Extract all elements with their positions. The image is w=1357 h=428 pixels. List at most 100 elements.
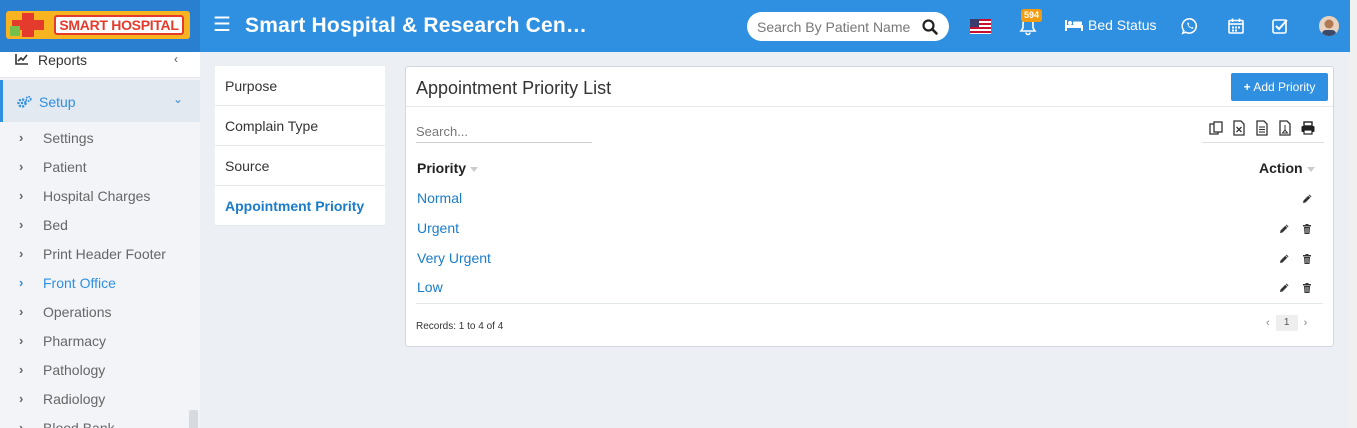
pdf-icon[interactable] xyxy=(1277,120,1293,136)
calendar-icon[interactable] xyxy=(1227,17,1245,35)
sidebar-subitem-blood-bank[interactable]: › Blood Bank xyxy=(0,415,200,428)
sidebar-item-reports[interactable]: Reports ‹ xyxy=(0,52,200,78)
chevron-left-icon: ‹ xyxy=(174,52,178,66)
table-row: Urgent xyxy=(406,214,1333,244)
sidebar-subitem-label: Radiology xyxy=(43,391,106,407)
page-title: Appointment Priority List xyxy=(416,78,612,98)
sidebar-item-label: Reports xyxy=(38,52,88,68)
column-header-label: Action xyxy=(1259,160,1303,176)
excel-icon[interactable] xyxy=(1231,120,1247,136)
chevron-right-icon: › xyxy=(19,159,24,174)
sidebar-subitem-label: Patient xyxy=(43,159,87,175)
sidebar-subitem-patient[interactable]: › Patient xyxy=(0,154,200,183)
menu-item-source[interactable]: Source xyxy=(215,146,385,186)
chevron-right-icon: › xyxy=(19,130,24,145)
sidebar-subitem-settings[interactable]: › Settings xyxy=(0,125,200,154)
chevron-right-icon: › xyxy=(19,246,24,261)
line-chart-icon xyxy=(15,54,28,65)
sidebar-subitem-front-office[interactable]: › Front Office xyxy=(0,270,200,299)
patient-search xyxy=(747,12,949,41)
chevron-right-icon: › xyxy=(19,275,24,290)
pager-page-button[interactable]: 1 xyxy=(1275,315,1298,331)
chevron-right-icon: › xyxy=(19,217,24,232)
sort-caret-icon xyxy=(470,166,479,172)
column-header-priority[interactable]: Priority xyxy=(417,160,479,176)
menu-item-complain-type[interactable]: Complain Type xyxy=(215,106,385,146)
us-flag-icon[interactable] xyxy=(970,19,991,34)
chevron-right-icon: › xyxy=(19,304,24,319)
sidebar-subitem-radiology[interactable]: › Radiology xyxy=(0,386,200,415)
sidebar-subitem-pathology[interactable]: › Pathology xyxy=(0,357,200,386)
edit-pencil-icon[interactable] xyxy=(1278,282,1290,294)
trash-icon[interactable] xyxy=(1301,223,1313,235)
menu-item-purpose[interactable]: Purpose xyxy=(215,66,385,106)
gears-icon xyxy=(17,95,32,108)
app-title: Smart Hospital & Research Cen… xyxy=(245,14,588,37)
pager-prev-button[interactable]: ‹ xyxy=(1266,317,1270,329)
chevron-right-icon: › xyxy=(19,420,24,428)
bed-status-link[interactable]: Bed Status xyxy=(1064,17,1157,33)
sidebar-subitem-hospital-charges[interactable]: › Hospital Charges xyxy=(0,183,200,212)
chevron-right-icon: › xyxy=(19,362,24,377)
logo[interactable]: SMART HOSPITAL xyxy=(6,11,190,39)
table-footer-divider xyxy=(416,303,1323,304)
user-photo-icon xyxy=(1319,16,1339,36)
panel-header: Appointment Priority List + Add Priority xyxy=(406,67,1333,107)
column-header-label: Priority xyxy=(417,160,467,176)
edit-pencil-icon[interactable] xyxy=(1301,193,1313,205)
sidebar-subitem-pharmacy[interactable]: › Pharmacy xyxy=(0,328,200,357)
pager-next-button[interactable]: › xyxy=(1304,317,1308,329)
edit-pencil-icon[interactable] xyxy=(1278,253,1290,265)
sidebar: Reports ‹ Setup ⌄ › Settings › Patient › Ho… xyxy=(0,52,200,428)
sidebar-subitem-label: Hospital Charges xyxy=(43,188,151,204)
priority-link[interactable]: Urgent xyxy=(417,220,459,236)
sidebar-subitem-label: Front Office xyxy=(43,275,116,291)
logo-area[interactable]: SMART HOSPITAL xyxy=(0,0,200,52)
sidebar-subitem-print-header-footer[interactable]: › Print Header Footer xyxy=(0,241,200,270)
sidebar-scrollbar[interactable] xyxy=(189,410,198,428)
menu-item-appointment-priority[interactable]: Appointment Priority xyxy=(215,186,385,226)
priority-link[interactable]: Very Urgent xyxy=(417,250,491,266)
bed-icon xyxy=(1065,20,1083,31)
chevron-right-icon: › xyxy=(19,391,24,406)
priority-list-panel: Appointment Priority List + Add Priority xyxy=(405,66,1334,347)
sidebar-item-setup[interactable]: Setup ⌄ xyxy=(0,80,200,122)
add-priority-button[interactable]: + Add Priority xyxy=(1231,73,1328,101)
sidebar-subitem-bed[interactable]: › Bed xyxy=(0,212,200,241)
print-icon[interactable] xyxy=(1300,120,1316,136)
page-scrollbar[interactable] xyxy=(1350,0,1357,428)
whatsapp-icon[interactable] xyxy=(1181,17,1199,35)
add-priority-label: Add Priority xyxy=(1253,80,1316,94)
trash-icon[interactable] xyxy=(1301,282,1313,294)
column-header-action[interactable]: Action xyxy=(1259,160,1315,176)
plus-icon: + xyxy=(1243,80,1251,94)
sidebar-subitem-label: Print Header Footer xyxy=(43,246,166,262)
table-row: Very Urgent xyxy=(406,244,1333,274)
priority-link[interactable]: Normal xyxy=(417,190,462,206)
chevron-down-icon: ⌄ xyxy=(173,92,184,106)
pagination: ‹ 1 › xyxy=(1266,315,1307,331)
sidebar-item-label: Setup xyxy=(39,94,76,110)
sidebar-subitem-label: Settings xyxy=(43,130,94,146)
copy-icon[interactable] xyxy=(1208,120,1224,136)
user-avatar[interactable] xyxy=(1319,16,1339,36)
sidebar-subitem-operations[interactable]: › Operations xyxy=(0,299,200,328)
task-check-icon[interactable] xyxy=(1271,17,1289,35)
sidebar-subitem-label: Pathology xyxy=(43,362,106,378)
search-icon[interactable] xyxy=(921,18,939,36)
chevron-right-icon: › xyxy=(19,188,24,203)
sidebar-subitem-label: Operations xyxy=(43,304,112,320)
logo-text: SMART HOSPITAL xyxy=(54,15,184,35)
chevron-right-icon: › xyxy=(19,333,24,348)
front-office-setup-menu: Purpose Complain Type Source Appointment… xyxy=(215,66,385,226)
table-search-input[interactable] xyxy=(416,121,592,143)
setup-submenu: › Settings › Patient › Hospital Charges › Be… xyxy=(0,125,200,428)
menu-toggle-icon[interactable]: ☰ xyxy=(213,15,231,35)
sidebar-subitem-label: Bed xyxy=(43,217,68,233)
edit-pencil-icon[interactable] xyxy=(1278,223,1290,235)
patient-search-input[interactable] xyxy=(757,17,917,36)
trash-icon[interactable] xyxy=(1301,253,1313,265)
bed-status-label: Bed Status xyxy=(1088,17,1157,33)
priority-link[interactable]: Low xyxy=(417,279,443,295)
csv-icon[interactable] xyxy=(1254,120,1270,136)
